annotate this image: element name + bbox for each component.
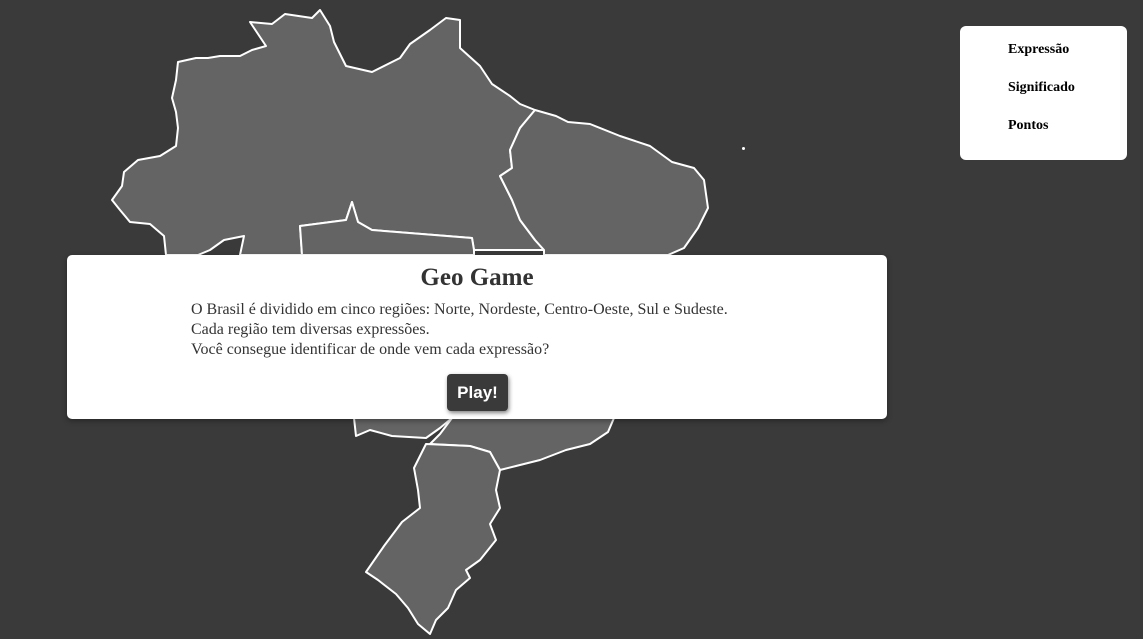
modal-description: O Brasil é dividido em cinco regiões: No… (191, 300, 728, 360)
island-dot (742, 147, 745, 150)
region-centro-oeste-lower[interactable] (353, 417, 453, 439)
region-nordeste[interactable] (499, 109, 709, 256)
modal-title: Geo Game (420, 264, 534, 291)
region-norte[interactable] (111, 9, 545, 256)
expression-label: Expressão (1008, 42, 1070, 57)
description-line: O Brasil é dividido em cinco regiões: No… (191, 301, 728, 318)
description-line: Cada região tem diversas expressões. (191, 321, 430, 338)
points-label: Pontos (1008, 118, 1049, 133)
description-line: Você consegue identificar de onde vem ca… (191, 341, 550, 358)
score-panel: Expressão Significado Pontos (960, 26, 1127, 160)
play-button[interactable]: Play! (447, 374, 508, 411)
meaning-label: Significado (1008, 80, 1075, 95)
intro-modal: Geo Game O Brasil é dividido em cinco re… (67, 255, 887, 419)
game-stage: Expressão Significado Pontos Geo Game O … (0, 0, 1143, 639)
region-sul[interactable] (365, 443, 501, 635)
